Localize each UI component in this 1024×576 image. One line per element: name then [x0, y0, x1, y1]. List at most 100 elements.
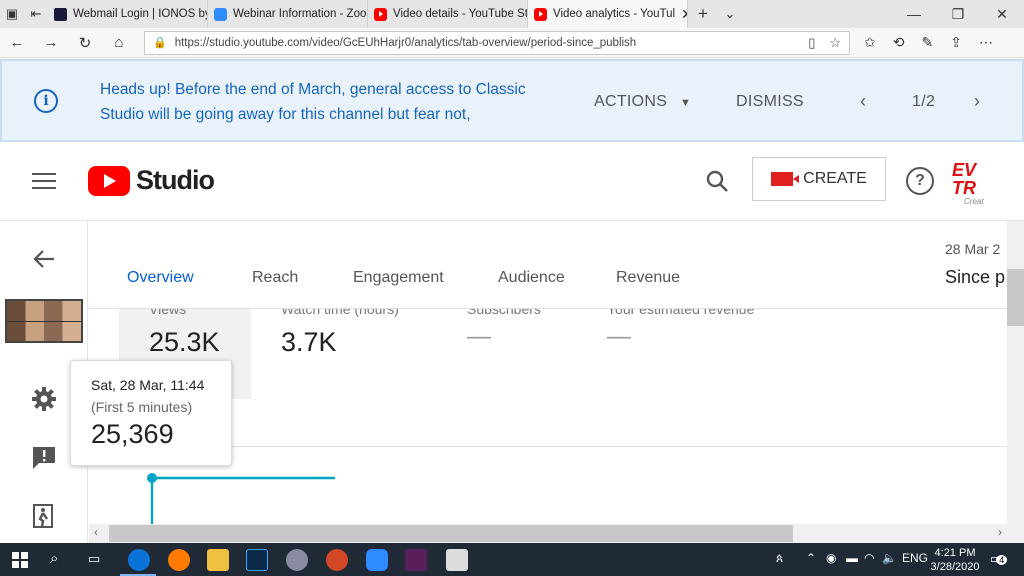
chevron-down-icon[interactable]: ⌄: [718, 0, 742, 28]
chart-tooltip: Sat, 28 Mar, 11:44 (First 5 minutes) 25,…: [70, 360, 232, 466]
video-thumbnail[interactable]: [5, 299, 83, 343]
tab-reach[interactable]: Reach: [252, 269, 298, 287]
powerpoint-icon[interactable]: [326, 549, 348, 571]
tab-overview[interactable]: Overview: [127, 269, 194, 287]
metric-value: 25.3K: [149, 327, 220, 357]
firefox-icon[interactable]: [168, 549, 190, 571]
analytics-tabs: Overview Reach Engagement Audience Reven…: [89, 221, 1024, 309]
scrollbar-thumb[interactable]: [109, 525, 793, 542]
chevron-right-icon[interactable]: ›: [974, 91, 980, 112]
file-explorer-icon[interactable]: [207, 549, 229, 571]
create-label: CREATE: [803, 170, 867, 187]
settings-gear-icon[interactable]: [31, 386, 57, 417]
scroll-left-icon[interactable]: ‹: [94, 525, 98, 539]
chevron-left-icon[interactable]: ‹: [860, 91, 866, 112]
create-button[interactable]: CREATE: [752, 157, 886, 201]
help-icon[interactable]: ?: [906, 167, 934, 195]
back-icon[interactable]: ←: [0, 34, 34, 51]
search-icon[interactable]: [705, 169, 729, 198]
tray-chevron-icon[interactable]: ⌃: [806, 551, 816, 565]
date-range-selector[interactable]: Since p: [945, 267, 1005, 288]
scroll-right-icon[interactable]: ›: [998, 525, 1002, 539]
tray-app-icon[interactable]: ◉: [826, 551, 836, 565]
avatar-sub: Creat: [964, 197, 984, 206]
data-point-marker: [147, 473, 157, 483]
actions-button[interactable]: ACTIONS ▼: [594, 93, 691, 111]
pen-icon[interactable]: ✎: [921, 34, 933, 51]
info-icon: i: [34, 89, 58, 113]
browser-tab-ionos[interactable]: Webmail Login | IONOS by: [48, 0, 208, 28]
vertical-scrollbar[interactable]: [1007, 221, 1024, 543]
banner-pager: 1/2: [912, 93, 936, 110]
avatar-text: EV TR: [952, 160, 977, 198]
metric-card-watch-time[interactable]: Watch time (hours) 3.7K: [251, 301, 431, 399]
avatar[interactable]: EV TR Creat: [952, 160, 998, 206]
close-tab-icon[interactable]: ✕: [681, 6, 687, 23]
share-icon[interactable]: ⇪: [950, 34, 962, 51]
windows-taskbar: ⌕ ▭ ጰ ⌃ ◉ ▬ ◠ 🔈 ENG 4:21 PM 3/28/2020 ▭4: [0, 543, 1024, 576]
refresh-icon[interactable]: ↻: [68, 34, 102, 52]
exit-icon[interactable]: [31, 503, 57, 534]
close-window-icon[interactable]: ✕: [980, 6, 1024, 23]
tooltip-value: 25,369: [91, 419, 174, 449]
scrollbar-thumb[interactable]: [1007, 269, 1024, 326]
horizontal-scrollbar[interactable]: ‹ ›: [89, 524, 1007, 543]
tab-engagement[interactable]: Engagement: [353, 269, 444, 287]
metric-card-subscribers[interactable]: Subscribers —: [431, 301, 571, 399]
video-editor-icon[interactable]: [405, 549, 427, 571]
back-arrow-icon[interactable]: [32, 247, 56, 276]
dismiss-button[interactable]: DISMISS: [736, 93, 804, 111]
chart-gridline: [120, 446, 1024, 447]
metric-card-revenue[interactable]: Your estimated revenue —: [571, 301, 811, 399]
people-icon[interactable]: ጰ: [776, 551, 783, 566]
favorite-star-icon[interactable]: ☆: [829, 35, 841, 51]
caret-down-icon: ▼: [679, 97, 692, 109]
url-field[interactable]: 🔒 https://studio.youtube.com/video/GcEUh…: [144, 30, 850, 55]
clock-date: 3/28/2020: [930, 561, 980, 573]
history-icon[interactable]: ⟲: [893, 34, 905, 51]
logo-text: Studio: [136, 165, 215, 195]
views-line-chart: [147, 473, 335, 524]
photoshop-icon[interactable]: [246, 549, 268, 571]
menu-icon[interactable]: [32, 173, 56, 191]
tab-label: Video analytics - YouTul: [553, 8, 676, 20]
browser-tab-strip: ▣ ⇤ Webmail Login | IONOS by Webinar Inf…: [0, 0, 1024, 28]
minimize-icon[interactable]: —: [892, 6, 936, 23]
zoom-icon: [214, 7, 227, 21]
forward-icon[interactable]: →: [34, 34, 68, 51]
feedback-icon[interactable]: [31, 445, 57, 476]
notifications-icon[interactable]: ▭4: [990, 551, 1008, 567]
tab-actions-icon[interactable]: ▣: [0, 0, 24, 28]
new-tab-icon[interactable]: +: [688, 0, 718, 28]
ionos-icon: [54, 7, 67, 21]
search-icon[interactable]: ⌕: [50, 550, 58, 567]
tab-revenue[interactable]: Revenue: [616, 269, 680, 287]
browser-tab-video-details[interactable]: Video details - YouTube Stu: [368, 0, 528, 28]
volume-icon[interactable]: 🔈: [882, 551, 897, 565]
battery-icon[interactable]: ▬: [846, 551, 858, 565]
photos-icon[interactable]: [446, 549, 468, 571]
home-icon[interactable]: ⌂: [102, 34, 136, 51]
windows-start-icon[interactable]: [12, 552, 28, 573]
reading-view-icon[interactable]: ▯: [808, 35, 815, 51]
favorites-icon[interactable]: ✩: [864, 34, 876, 51]
browser-tab-zoom[interactable]: Webinar Information - Zoor: [208, 0, 368, 28]
zoom-app-icon[interactable]: [366, 549, 388, 571]
date-range-start: 28 Mar 2: [945, 241, 1001, 257]
restore-icon[interactable]: ❐: [936, 6, 980, 23]
clock[interactable]: 4:21 PM 3/28/2020: [930, 546, 980, 574]
banner-message: Heads up! Before the end of March, gener…: [100, 81, 526, 123]
more-icon[interactable]: ⋯: [979, 34, 993, 51]
language-indicator[interactable]: ENG: [902, 551, 928, 565]
wifi-icon[interactable]: ◠: [864, 551, 874, 565]
task-view-icon[interactable]: ▭: [88, 551, 100, 567]
tab-audience[interactable]: Audience: [498, 269, 565, 287]
lock-icon: 🔒: [153, 37, 167, 49]
browser-tab-video-analytics[interactable]: Video analytics - YouTul ✕: [528, 0, 688, 28]
video-camera-icon: [771, 172, 800, 186]
address-bar-row: ← → ↻ ⌂ 🔒 https://studio.youtube.com/vid…: [0, 28, 1024, 58]
tab-back-icon[interactable]: ⇤: [24, 0, 48, 28]
studio-logo[interactable]: Studio: [88, 165, 215, 196]
paint-icon[interactable]: [286, 549, 308, 571]
edge-browser-icon[interactable]: [128, 549, 150, 571]
